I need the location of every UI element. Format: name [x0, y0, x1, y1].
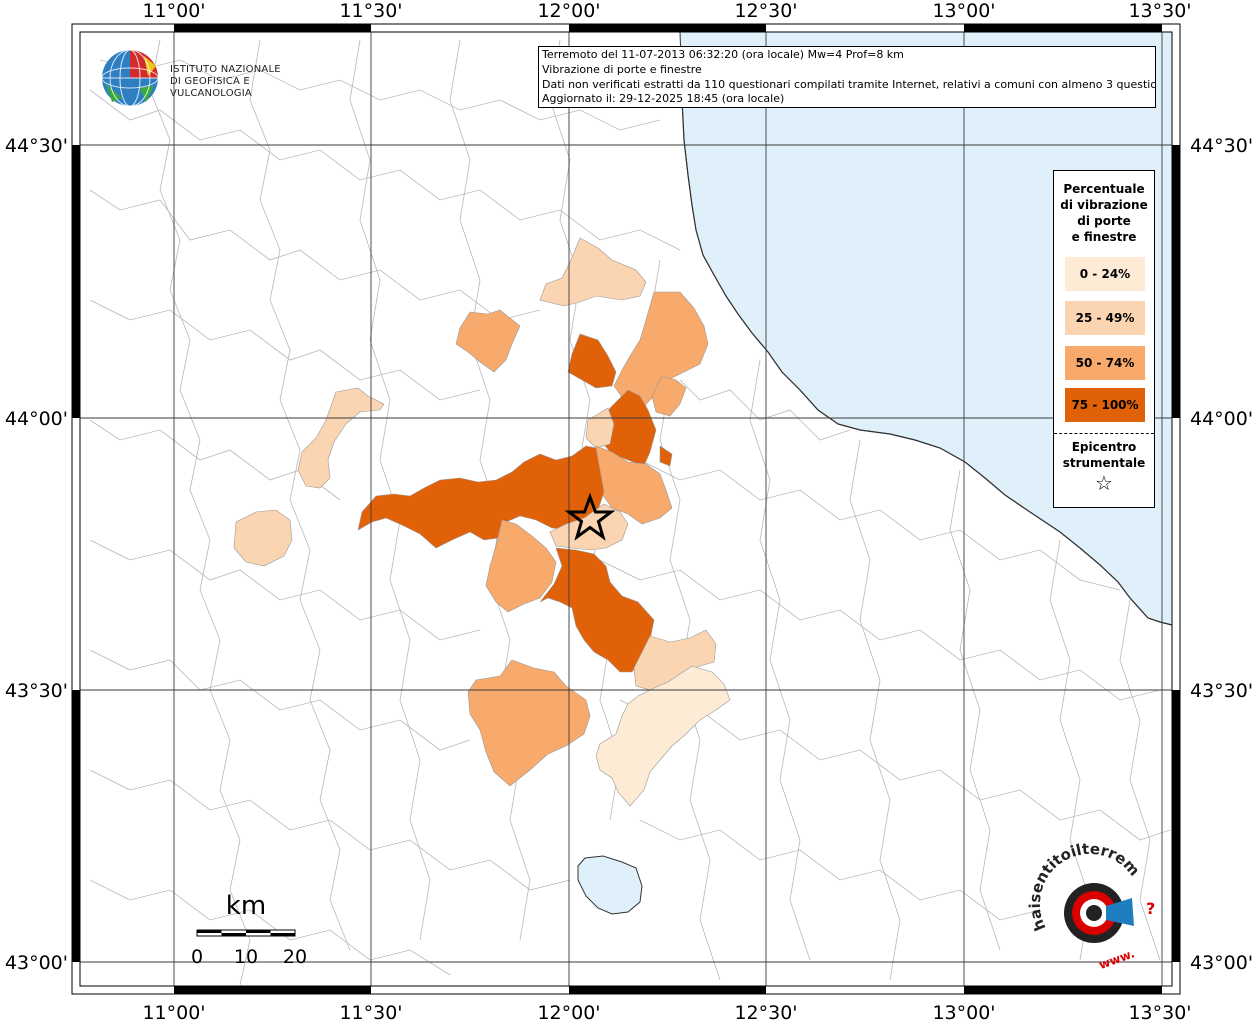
- event-info-box: Terremoto del 11-07-2013 06:32:20 (ora l…: [538, 46, 1156, 108]
- legend-class-label: 50 - 74%: [1075, 356, 1135, 370]
- lat-label: 44°30': [1190, 135, 1253, 157]
- legend-class-label: 25 - 49%: [1075, 311, 1135, 325]
- legend-title-line: di porte: [1077, 214, 1131, 228]
- lon-label: 11°00': [142, 0, 205, 22]
- legend-class-label: 0 - 24%: [1079, 267, 1131, 281]
- lat-label: 43°00': [1190, 952, 1253, 974]
- event-parameter: Vibrazione di porte e finestre: [542, 62, 702, 76]
- legend-class-0: 0 - 24%: [1065, 257, 1145, 291]
- legend-epicenter-line: strumentale: [1062, 456, 1146, 470]
- lon-label: 13°30': [1128, 0, 1191, 22]
- lat-label: 44°30': [5, 135, 68, 157]
- legend-title-line: e finestre: [1071, 230, 1137, 244]
- legend-class-2: 50 - 74%: [1065, 346, 1145, 380]
- lon-label: 12°00': [537, 0, 600, 22]
- ingv-logo: ISTITUTO NAZIONALE DI GEOFISICA E VULCAN…: [100, 48, 320, 110]
- legend-title-line: Percentuale: [1063, 182, 1145, 196]
- lat-label: 44°00': [1190, 408, 1253, 430]
- scale-unit: km: [226, 891, 266, 921]
- legend-class-label: 75 - 100%: [1071, 398, 1139, 412]
- lat-labels-right: 44°30' 44°00' 43°30' 43°00': [1190, 135, 1253, 974]
- lon-label: 12°30': [734, 0, 797, 22]
- lon-label: 11°30': [339, 0, 402, 22]
- scale-tick: 0: [191, 946, 203, 968]
- scale-tick: 20: [283, 946, 307, 968]
- lon-label: 13°00': [932, 0, 995, 22]
- scale-tick: 10: [234, 946, 258, 968]
- event-updated: Aggiornato il: 29-12-2025 18:45 (ora loc…: [542, 92, 785, 106]
- lon-labels-bottom: 11°00' 11°30' 12°00' 12°30' 13°00' 13°30…: [142, 1002, 1191, 1024]
- lon-label: 11°30': [339, 1002, 402, 1024]
- lon-label: 12°00': [537, 1002, 600, 1024]
- ingv-globe-icon: [101, 49, 159, 107]
- lon-label: 11°00': [142, 1002, 205, 1024]
- svg-text:?: ?: [1146, 899, 1155, 918]
- event-data-note: Dati non verificati estratti da 110 ques…: [542, 77, 1156, 91]
- legend-title-line: di vibrazione: [1060, 198, 1148, 212]
- lat-label: 44°00': [5, 408, 68, 430]
- ingv-line2: DI GEOFISICA E VULCANOLOGIA: [170, 76, 252, 99]
- legend-title: Percentuale di vibrazione di porte e fin…: [1054, 181, 1154, 245]
- lon-labels-top: 11°00' 11°30' 12°00' 12°30' 13°00' 13°30…: [142, 0, 1191, 22]
- legend: Percentuale di vibrazione di porte e fin…: [1053, 170, 1155, 508]
- lat-label: 43°30': [1190, 680, 1253, 702]
- legend-class-1: 25 - 49%: [1065, 301, 1145, 335]
- legend-class-3: 75 - 100%: [1065, 388, 1145, 422]
- intensity-map: 11°00' 11°30' 12°00' 12°30' 13°00' 13°30…: [0, 0, 1253, 1024]
- lat-label: 43°00': [5, 952, 68, 974]
- ingv-line1: ISTITUTO NAZIONALE: [170, 64, 281, 75]
- legend-star-icon: ☆: [1095, 471, 1113, 495]
- lon-label: 13°30': [1128, 1002, 1191, 1024]
- event-title: Terremoto del 11-07-2013 06:32:20 (ora l…: [542, 48, 904, 61]
- legend-divider: [1054, 433, 1154, 434]
- legend-epicenter-line: Epicentro: [1071, 440, 1137, 454]
- legend-epicenter: Epicentro strumentale ☆: [1054, 439, 1154, 495]
- lon-label: 13°00': [932, 1002, 995, 1024]
- lat-label: 43°30': [5, 680, 68, 702]
- lon-label: 12°30': [734, 1002, 797, 1024]
- lat-labels-left: 44°30' 44°00' 43°30' 43°00': [5, 135, 68, 974]
